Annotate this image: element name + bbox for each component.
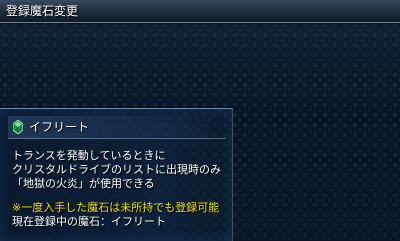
page-title: 登録魔石変更 <box>6 4 79 18</box>
magicite-name: イフリート <box>29 120 90 134</box>
description-line: トランスを発動しているときに <box>12 149 166 162</box>
registration-note: ※一度入手した魔石は未所持でも登録可能 <box>12 201 220 214</box>
selected-magicite-row[interactable]: イフリート <box>8 116 226 139</box>
green-magicite-icon <box>13 120 23 134</box>
current-registration-text: 現在登録中の魔石：イフリート <box>12 215 166 228</box>
description-line: 「地獄の火炎」が使用できる <box>12 177 155 190</box>
description-line: クリスタルドライブのリストに出現時のみ <box>12 163 221 176</box>
title-bar: 登録魔石変更 <box>0 0 400 23</box>
